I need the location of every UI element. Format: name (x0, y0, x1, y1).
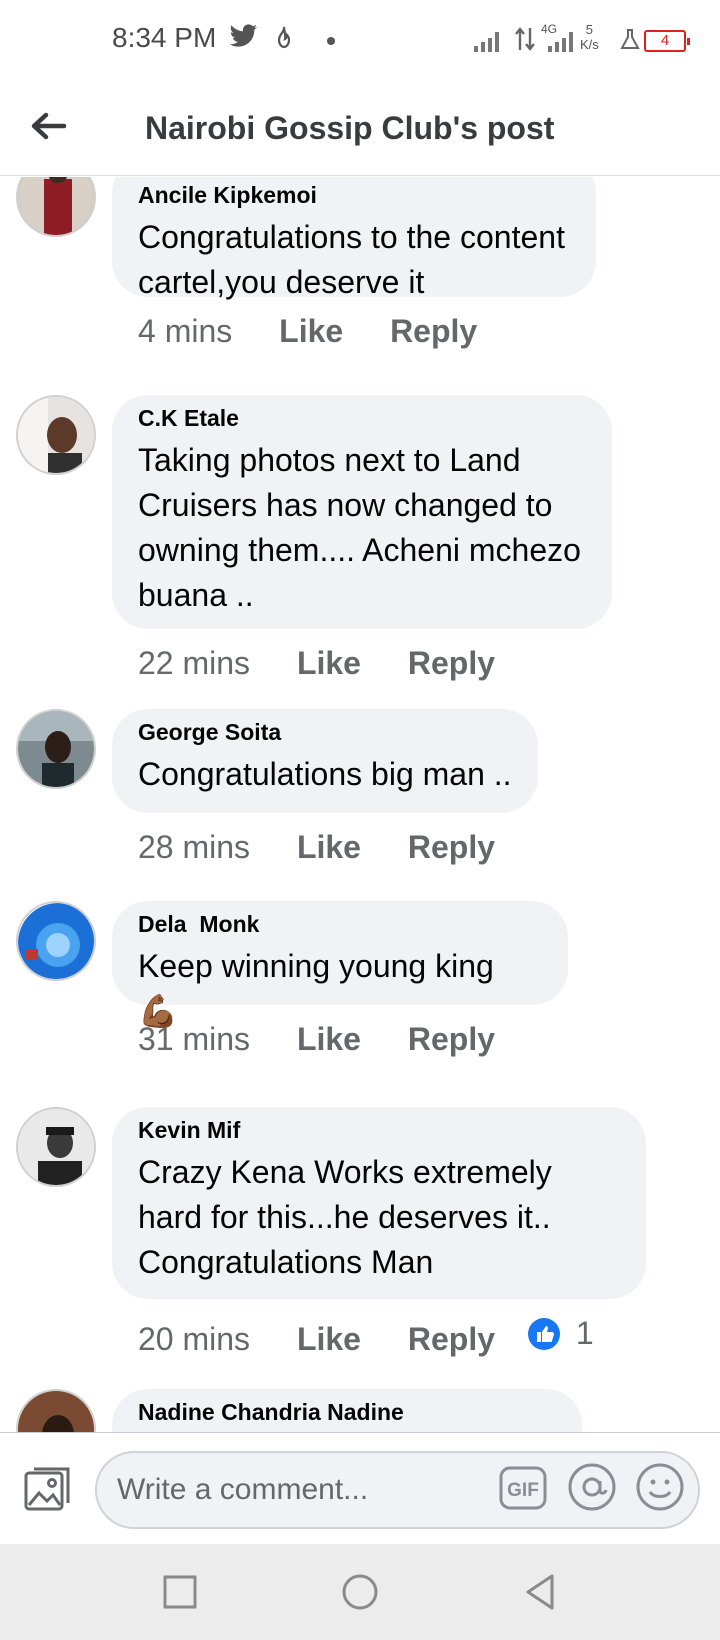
commenter-name[interactable]: Kevin Mif (138, 1117, 620, 1144)
reaction-count: 1 (575, 1315, 594, 1351)
comment-time[interactable]: 28 mins (138, 829, 250, 866)
reply-button[interactable]: Reply (408, 829, 495, 866)
avatar[interactable] (16, 709, 96, 789)
avatar-image (18, 397, 94, 473)
signal-icon (474, 32, 499, 52)
post-header: Nairobi Gossip Club's post (0, 80, 720, 176)
comment-time[interactable]: 4 mins (138, 313, 232, 350)
comment-composer: Write a comment... GIF (0, 1432, 720, 1544)
speed-unit: K/s (580, 37, 599, 52)
back-icon[interactable] (518, 1570, 562, 1614)
avatar-image (18, 1109, 94, 1185)
comment-bubble: Nadine Chandria Nadine (112, 1389, 582, 1432)
signal-icon (548, 32, 573, 52)
notification-dot (327, 37, 335, 45)
comment-time[interactable]: 31 mins (138, 1021, 250, 1058)
avatar-image (18, 903, 94, 979)
comment-text: Congratulations big man .. (138, 756, 512, 792)
avatar[interactable] (16, 177, 96, 237)
svg-text:GIF: GIF (507, 1480, 539, 1501)
comment-actions: 20 mins Like Reply 1 (138, 1315, 594, 1358)
status-time: 8:34 PM (112, 22, 217, 53)
reply-button[interactable]: Reply (390, 313, 477, 350)
avatar[interactable] (16, 395, 96, 475)
flask-icon (620, 29, 640, 49)
comment-actions: 28 mins Like Reply (138, 829, 495, 866)
commenter-name[interactable]: C.K Etale (138, 405, 586, 432)
comment-text: Taking photos next to Land Cruisers has … (138, 442, 581, 613)
commenter-name[interactable]: Ancile Kipkemoi (138, 182, 570, 209)
like-button[interactable]: Like (279, 313, 343, 350)
reaction-summary[interactable]: 1 (527, 1315, 594, 1352)
mention-icon[interactable] (566, 1461, 618, 1513)
status-bar: 8:34 PM 4G 5 K/s 4 (0, 0, 720, 80)
comment-actions: 4 mins Like Reply (138, 313, 477, 350)
like-button[interactable]: Like (297, 1321, 361, 1358)
recents-icon[interactable] (158, 1570, 202, 1614)
system-nav-bar (0, 1544, 720, 1640)
comment-bubble: Ancile Kipkemoi Congratulations to the c… (112, 177, 596, 300)
comment-bubble: Dela Monk Keep winning young king 💪🏾 (112, 901, 568, 1029)
battery-icon: 4 (644, 30, 690, 52)
emoji-icon[interactable] (634, 1461, 686, 1513)
like-reaction-icon (527, 1317, 560, 1350)
comment-text: Congratulations to the content cartel,yo… (138, 219, 565, 300)
like-button[interactable]: Like (297, 1021, 361, 1058)
flame-icon (277, 26, 291, 49)
data-arrows-icon (515, 27, 535, 51)
comment-bubble: George Soita Congratulations big man .. (112, 709, 538, 813)
reply-button[interactable]: Reply (408, 1321, 495, 1358)
gif-icon[interactable]: GIF (498, 1463, 548, 1513)
comment-time[interactable]: 22 mins (138, 645, 250, 682)
comment-bubble: Kevin Mif Crazy Kena Works extremely har… (112, 1107, 646, 1299)
reply-button[interactable]: Reply (408, 1021, 495, 1058)
comment-text: Crazy Kena Works extremely hard for this… (138, 1154, 552, 1280)
like-button[interactable]: Like (297, 645, 361, 682)
twitter-icon (229, 24, 257, 47)
page-title: Nairobi Gossip Club's post (145, 110, 555, 146)
home-icon[interactable] (338, 1570, 382, 1614)
like-button[interactable]: Like (297, 829, 361, 866)
comment-actions: 22 mins Like Reply (138, 645, 495, 682)
network-speed: 5 K/s (580, 22, 599, 52)
comment-bubble: C.K Etale Taking photos next to Land Cru… (112, 395, 612, 629)
comment-time[interactable]: 20 mins (138, 1321, 250, 1358)
comment-actions: 31 mins Like Reply (138, 1021, 495, 1058)
commenter-name[interactable]: Nadine Chandria Nadine (138, 1399, 556, 1426)
reply-button[interactable]: Reply (408, 645, 495, 682)
commenter-name[interactable]: George Soita (138, 719, 512, 746)
speed-value: 5 (585, 22, 594, 37)
avatar[interactable] (16, 1389, 96, 1432)
avatar-image (18, 1391, 94, 1432)
commenter-name[interactable]: Dela Monk (138, 911, 542, 938)
photo-icon[interactable] (22, 1463, 74, 1515)
avatar[interactable] (16, 1107, 96, 1187)
back-arrow-icon[interactable] (28, 106, 68, 146)
avatar-image (18, 711, 94, 787)
avatar[interactable] (16, 901, 96, 981)
avatar-image (18, 177, 94, 235)
comment-list: Ancile Kipkemoi Congratulations to the c… (0, 177, 720, 1432)
